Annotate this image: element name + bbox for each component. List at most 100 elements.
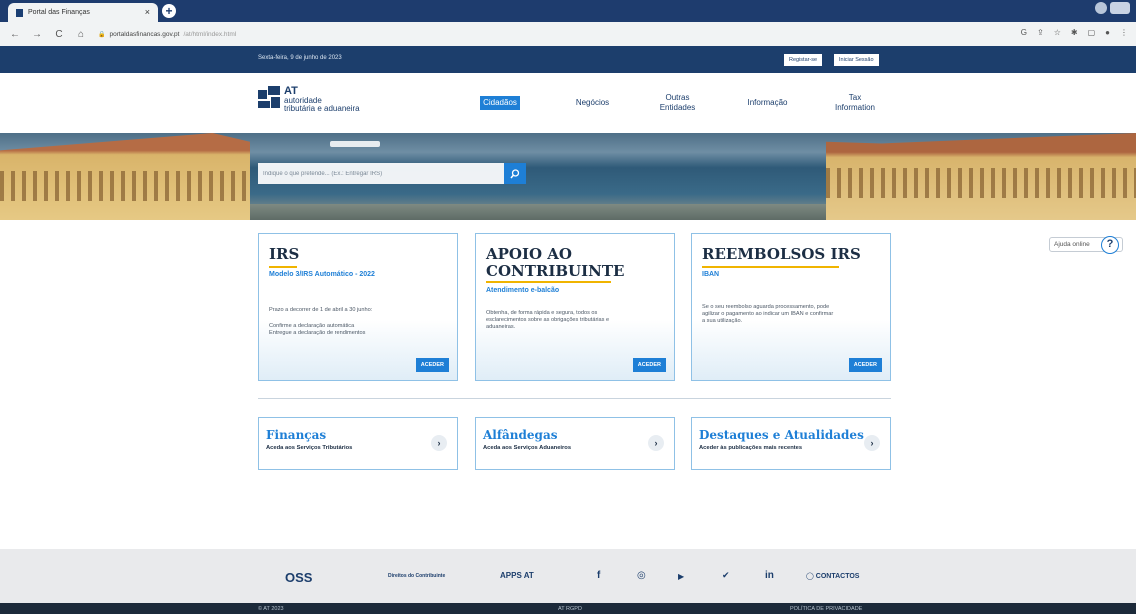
menu-negocios-label: Negócios [575, 98, 610, 107]
help-online-button[interactable]: Ajuda online ? [1049, 236, 1123, 254]
footer: OSS Direitos do Contribuinte APPS AT f ◎… [0, 549, 1136, 603]
card-title-underline [486, 281, 611, 283]
forward-icon[interactable]: → [30, 29, 44, 40]
card-irs[interactable]: IRS Modelo 3/IRS Automático - 2022 Prazo… [258, 233, 458, 381]
card-text: esclarecimentos sobre as obrigações trib… [486, 317, 610, 323]
menu-icon[interactable]: ⋮ [1120, 28, 1128, 37]
browser-tab-bar: Portal das Finanças × + [0, 0, 1136, 22]
chevron-right-icon[interactable]: › [864, 435, 880, 451]
close-tab-icon[interactable]: × [145, 7, 150, 17]
tab-title: Portal das Finanças [28, 9, 90, 16]
new-tab-button[interactable]: + [162, 4, 176, 18]
favicon-icon [16, 8, 23, 17]
card-subtitle: IBAN [702, 271, 720, 278]
facebook-icon[interactable]: f [597, 570, 600, 581]
chevron-right-icon[interactable]: › [648, 435, 664, 451]
card-text: aduaneiras. [486, 324, 516, 330]
section-divider [258, 398, 891, 399]
card-title-underline [269, 266, 297, 268]
hero-building-right [826, 133, 1136, 220]
instagram-icon[interactable]: ◎ [637, 570, 646, 581]
link-title: Alfândegas [483, 428, 558, 442]
card-reembolsos-irs[interactable]: REEMBOLSOS IRS IBAN Se o seu reembolso a… [691, 233, 891, 381]
search-input[interactable] [258, 163, 504, 184]
menu-informacao[interactable]: Informação [730, 73, 805, 133]
oss-logo[interactable]: OSS [285, 570, 312, 585]
reload-icon[interactable]: C [52, 29, 66, 40]
card-text: Prazo a decorrer de 1 de abril a 30 junh… [269, 307, 373, 313]
logo-text: AT autoridade tributária e aduaneira [284, 86, 360, 113]
card-title: REEMBOLSOS IRS [702, 245, 861, 263]
hero-banner [0, 133, 1136, 220]
share-icon[interactable]: ⇪ [1037, 28, 1044, 37]
linkedin-icon[interactable]: in [765, 570, 774, 581]
search-button[interactable] [504, 163, 526, 184]
menu-informacao-label: Informação [747, 98, 788, 107]
profile-icon[interactable] [1095, 2, 1107, 14]
link-subtitle: Aceda aos Serviços Aduaneiros [483, 445, 572, 451]
window-buttons[interactable] [1110, 2, 1130, 14]
lock-icon: 🔒 [98, 31, 106, 38]
menu-tax-label: Tax Information [834, 93, 876, 112]
google-icon[interactable]: G [1021, 28, 1027, 37]
search-bar [258, 163, 526, 184]
twitter-icon[interactable]: ✔ [722, 570, 730, 581]
account-icon[interactable]: ● [1105, 28, 1110, 37]
site-topbar: Sexta-feira, 9 de junho de 2023 Registar… [0, 46, 1136, 73]
address-bar: ← → C ⌂ 🔒 portaldasfinancas.gov.pt/at/ht… [0, 22, 1136, 46]
contactos-link[interactable]: ◯ CONTACTOS [806, 572, 859, 580]
help-label: Ajuda online [1054, 241, 1090, 248]
window-controls [1095, 2, 1130, 14]
search-icon [510, 168, 520, 178]
help-chat-icon: ? [1101, 236, 1119, 254]
site-header: AT autoridade tributária e aduaneira Cid… [0, 73, 1136, 133]
privacy-link[interactable]: POLÍTICA DE PRIVACIDADE [790, 606, 862, 612]
menu-tax-information[interactable]: Tax Information [815, 73, 895, 133]
direitos-contribuinte-logo[interactable]: Direitos do Contribuinte [388, 573, 445, 579]
back-icon[interactable]: ← [8, 29, 22, 40]
star-icon[interactable]: ☆ [1054, 28, 1061, 37]
menu-negocios[interactable]: Negócios [560, 73, 625, 133]
card-aceder-button[interactable]: ACEDER [415, 358, 449, 372]
card-aceder-button[interactable]: ACEDER [848, 358, 882, 372]
card-text: Confirme a declaração automática [269, 323, 355, 329]
link-alfandegas[interactable]: Alfândegas Aceda aos Serviços Aduaneiros… [475, 417, 675, 470]
register-button[interactable]: Registar-se [784, 54, 823, 66]
link-subtitle: Aceda aos Serviços Tributários [266, 445, 353, 451]
rgpd-link[interactable]: AT RGPD [558, 606, 582, 612]
card-text: Obtenha, de forma rápida e segura, todos… [486, 310, 598, 316]
url-host: portaldasfinancas.gov.pt [109, 30, 180, 38]
link-destaques[interactable]: Destaques e Atualidades Aceder às public… [691, 417, 891, 470]
at-logo[interactable]: AT autoridade tributária e aduaneira [258, 86, 360, 116]
youtube-icon[interactable]: ▶ [678, 572, 684, 581]
browser-tab[interactable]: Portal das Finanças × [8, 3, 158, 22]
hero-building-left [0, 133, 250, 220]
menu-outras-entidades[interactable]: Outras Entidades [645, 73, 710, 133]
link-title: Finanças [266, 428, 327, 442]
current-date: Sexta-feira, 9 de junho de 2023 [258, 55, 342, 61]
link-subtitle: Aceder às publicações mais recentes [699, 445, 803, 451]
card-text: Entregue a declaração de rendimentos [269, 330, 366, 336]
card-apoio-contribuinte[interactable]: APOIO AO CONTRIBUINTE Atendimento e-balcã… [475, 233, 675, 381]
apps-at-logo[interactable]: APPS AT [500, 571, 534, 580]
link-title: Destaques e Atualidades [699, 428, 864, 442]
card-subtitle: Atendimento e-balcão [486, 287, 560, 294]
link-financas[interactable]: Finanças Aceda aos Serviços Tributários … [258, 417, 458, 470]
card-title-underline [702, 266, 839, 268]
chevron-right-icon[interactable]: › [431, 435, 447, 451]
bottom-bar: © AT 2023 AT RGPD POLÍTICA DE PRIVACIDAD… [0, 603, 1136, 614]
card-aceder-button[interactable]: ACEDER [632, 358, 666, 372]
logo-line3: tributária e aduaneira [284, 104, 360, 113]
menu-cidadaos[interactable]: Cidadãos [470, 73, 530, 133]
url-field[interactable]: 🔒 portaldasfinancas.gov.pt/at/html/index… [98, 31, 236, 38]
card-title: IRS [269, 245, 300, 263]
url-path: /at/html/index.html [183, 30, 237, 38]
at-logo-icon [258, 86, 280, 116]
hero-quay [250, 204, 826, 220]
browser-toolbar-icons: G ⇪ ☆ ✱ ▢ ● ⋮ [1021, 28, 1128, 37]
sidebar-icon[interactable]: ▢ [1088, 28, 1096, 37]
extensions-icon[interactable]: ✱ [1071, 28, 1078, 37]
home-icon[interactable]: ⌂ [74, 29, 88, 40]
login-button[interactable]: Iniciar Sessão [834, 54, 879, 66]
card-subtitle: Modelo 3/IRS Automático - 2022 [269, 271, 375, 278]
